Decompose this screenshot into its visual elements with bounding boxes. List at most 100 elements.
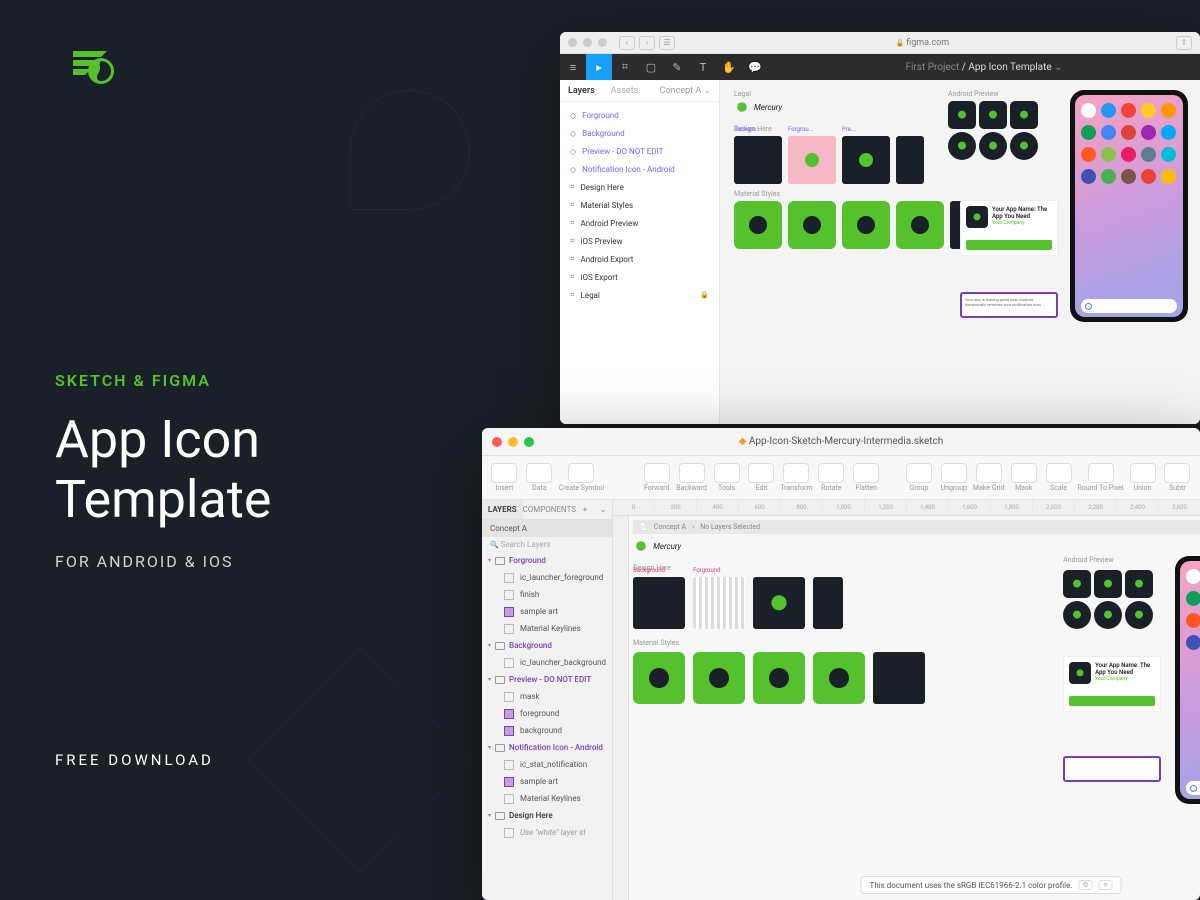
app-icon[interactable] bbox=[1141, 125, 1156, 140]
layer-ic-stat[interactable]: ic_stat_notification bbox=[482, 756, 612, 773]
play-store-card[interactable]: Your App Name: The App You Need Your Com… bbox=[1063, 656, 1161, 712]
share-icon[interactable]: ⇪ bbox=[1176, 36, 1192, 50]
app-icon[interactable] bbox=[1186, 613, 1200, 628]
app-icon[interactable] bbox=[1081, 125, 1096, 140]
tab-layers[interactable]: Layers bbox=[560, 86, 603, 96]
rotate-tool[interactable]: Rotate bbox=[815, 463, 848, 492]
pen-tool-icon[interactable]: ✎ bbox=[664, 54, 690, 80]
sidebar-toggle-icon[interactable]: ☰ bbox=[659, 36, 675, 50]
app-icon[interactable] bbox=[1141, 169, 1156, 184]
create-symbol-tool[interactable]: Create Symbol bbox=[558, 463, 605, 492]
launcher-icon[interactable] bbox=[1125, 601, 1153, 629]
app-icon[interactable] bbox=[1121, 169, 1136, 184]
union-tool[interactable]: Union bbox=[1126, 463, 1159, 492]
app-icon[interactable] bbox=[1121, 103, 1136, 118]
layer-design-here[interactable]: Design Here bbox=[482, 807, 612, 824]
layer-background-leaf[interactable]: background bbox=[482, 722, 612, 739]
launcher-icon[interactable] bbox=[1010, 132, 1038, 160]
launcher-icon[interactable] bbox=[1094, 601, 1122, 629]
notification-card[interactable] bbox=[1063, 756, 1161, 782]
layer-forground[interactable]: Forground bbox=[560, 106, 719, 124]
close-icon[interactable]: ✕ bbox=[1099, 880, 1113, 890]
google-search-pill[interactable] bbox=[1186, 781, 1200, 795]
app-icon[interactable] bbox=[1186, 635, 1200, 650]
material-style[interactable] bbox=[813, 652, 865, 704]
traffic-minimize-icon[interactable] bbox=[583, 38, 592, 47]
app-icon[interactable] bbox=[1101, 125, 1116, 140]
google-search-pill[interactable] bbox=[1081, 299, 1177, 313]
launcher-icon[interactable] bbox=[1010, 101, 1038, 129]
nav-forward-icon[interactable]: › bbox=[639, 36, 655, 50]
layer-android-export[interactable]: Android Export bbox=[560, 250, 719, 268]
layer-android-preview[interactable]: Android Preview bbox=[560, 214, 719, 232]
edit-tool[interactable]: Edit bbox=[745, 463, 778, 492]
ungroup-tool[interactable]: Ungroup bbox=[937, 463, 970, 492]
make-grid-tool[interactable]: Make Grid bbox=[972, 463, 1005, 492]
figma-breadcrumb[interactable]: First Project / App Icon Template ⌄ bbox=[768, 62, 1200, 73]
material-style-4[interactable] bbox=[896, 201, 944, 249]
layer-sample-art[interactable]: sample art bbox=[482, 603, 612, 620]
page-name[interactable]: Concept A bbox=[482, 520, 612, 537]
layer-ic-bg[interactable]: ic_launcher_background bbox=[482, 654, 612, 671]
layer-keylines-2[interactable]: Material Keylines bbox=[482, 790, 612, 807]
layer-ic-fg[interactable]: ic_launcher_foreground bbox=[482, 569, 612, 586]
layer-forground[interactable]: Forground bbox=[482, 552, 612, 569]
install-button[interactable] bbox=[1069, 696, 1155, 706]
flatten-tool[interactable]: Flatten bbox=[850, 463, 883, 492]
gear-icon[interactable]: ⚙ bbox=[1078, 880, 1092, 890]
menu-icon[interactable]: ≡ bbox=[560, 54, 586, 80]
tab-layers[interactable]: LAYERS bbox=[482, 500, 523, 519]
move-tool-icon[interactable]: ▸ bbox=[586, 54, 612, 80]
launcher-icon[interactable] bbox=[979, 132, 1007, 160]
material-style[interactable] bbox=[873, 652, 925, 704]
backward-tool[interactable]: Backward bbox=[675, 463, 708, 492]
artboard-preview[interactable]: Pre... bbox=[842, 136, 890, 184]
layer-background[interactable]: Background bbox=[560, 124, 719, 142]
traffic-zoom-icon[interactable] bbox=[598, 38, 607, 47]
layer-preview[interactable]: Preview - DO NOT EDIT bbox=[482, 671, 612, 688]
launcher-icon[interactable] bbox=[1063, 570, 1091, 598]
layer-design-here[interactable]: Design Here bbox=[560, 178, 719, 196]
app-icon[interactable] bbox=[1081, 103, 1096, 118]
notification-card[interactable]: Your app is looking great now. Android d… bbox=[960, 292, 1058, 318]
launcher-icon[interactable] bbox=[1125, 570, 1153, 598]
layer-use-white[interactable]: Use "white" layer st bbox=[482, 824, 612, 841]
tab-components[interactable]: COMPONENTS bbox=[523, 500, 577, 519]
filter-icon[interactable]: ⌄ bbox=[594, 500, 612, 519]
traffic-minimize-icon[interactable] bbox=[508, 437, 518, 447]
traffic-close-icon[interactable] bbox=[492, 437, 502, 447]
app-icon[interactable] bbox=[1186, 591, 1200, 606]
layer-preview[interactable]: Preview - DO NOT EDIT bbox=[560, 142, 719, 160]
app-icon[interactable] bbox=[1101, 169, 1116, 184]
play-store-card[interactable]: Your App Name: The App You Need Your Com… bbox=[960, 200, 1058, 256]
layer-finish[interactable]: finish bbox=[482, 586, 612, 603]
launcher-icon[interactable] bbox=[948, 132, 976, 160]
app-icon[interactable] bbox=[1121, 147, 1136, 162]
layer-ios-export[interactable]: iOS Export bbox=[560, 268, 719, 286]
layer-ios-preview[interactable]: iOS Preview bbox=[560, 232, 719, 250]
forward-tool[interactable]: Forward bbox=[640, 463, 673, 492]
app-icon[interactable] bbox=[1081, 147, 1096, 162]
app-icon[interactable] bbox=[1141, 103, 1156, 118]
launcher-icon[interactable] bbox=[979, 101, 1007, 129]
sketch-canvas[interactable]: 02004006008001,0001,2001,4001,6001,8002,… bbox=[613, 500, 1200, 900]
tools-tool[interactable]: Tools bbox=[710, 463, 743, 492]
text-tool-icon[interactable]: T bbox=[690, 54, 716, 80]
app-icon[interactable] bbox=[1141, 147, 1156, 162]
app-icon[interactable] bbox=[1121, 125, 1136, 140]
material-style-3[interactable] bbox=[842, 201, 890, 249]
launcher-icon[interactable] bbox=[1063, 601, 1091, 629]
nav-back-icon[interactable]: ‹ bbox=[619, 36, 635, 50]
group-tool[interactable]: Group bbox=[902, 463, 935, 492]
page-selector[interactable]: Concept A ⌄ bbox=[652, 86, 719, 96]
material-style[interactable] bbox=[633, 652, 685, 704]
launcher-icon[interactable] bbox=[948, 101, 976, 129]
data-tool[interactable]: Data bbox=[523, 463, 556, 492]
traffic-zoom-icon[interactable] bbox=[524, 437, 534, 447]
layer-notification[interactable]: Notification Icon - Android bbox=[482, 739, 612, 756]
layer-background[interactable]: Background bbox=[482, 637, 612, 654]
mask-tool[interactable]: Mask bbox=[1007, 463, 1040, 492]
scale-tool[interactable]: Scale bbox=[1042, 463, 1075, 492]
artboard-small[interactable] bbox=[813, 577, 843, 629]
launcher-icon[interactable] bbox=[1094, 570, 1122, 598]
